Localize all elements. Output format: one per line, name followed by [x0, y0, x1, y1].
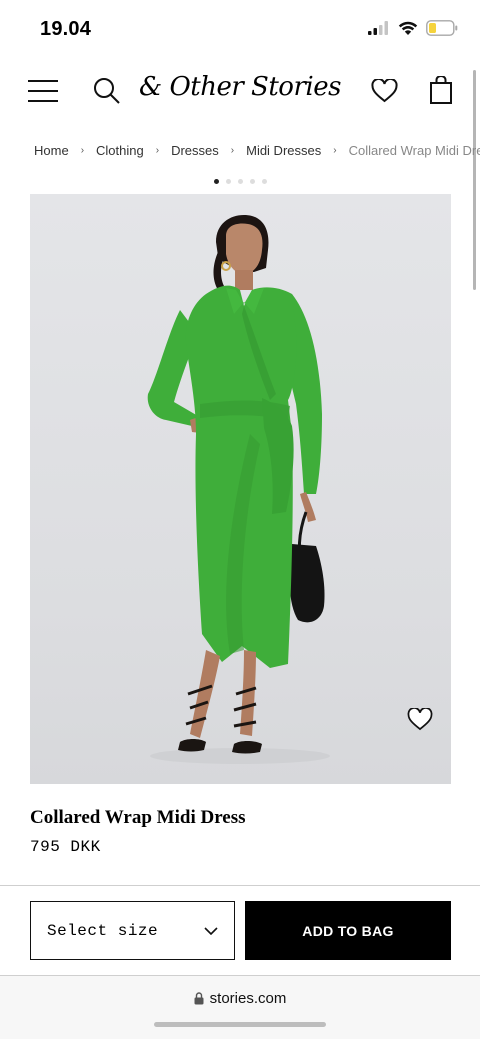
chevron-right-icon: › [230, 145, 235, 156]
site-header: & Other Stories [0, 58, 480, 124]
battery-icon [426, 20, 458, 36]
add-to-bag-button[interactable]: ADD TO BAG [245, 901, 451, 960]
breadcrumb-home[interactable]: Home [34, 143, 69, 158]
breadcrumb-clothing[interactable]: Clothing [96, 143, 144, 158]
status-time: 19.04 [40, 18, 92, 40]
wifi-icon [398, 21, 418, 35]
size-select-label: Select size [47, 921, 159, 940]
breadcrumb-dresses[interactable]: Dresses [171, 143, 219, 158]
divider [0, 885, 480, 886]
heart-icon [407, 707, 433, 731]
url-display[interactable]: stories.com [0, 990, 480, 1007]
wishlist-button[interactable] [369, 76, 399, 106]
gallery-pagination [0, 179, 480, 184]
shopping-bag-icon [430, 76, 452, 104]
browser-address-bar[interactable]: stories.com [0, 976, 480, 1039]
brand-logo[interactable]: & Other Stories [0, 72, 480, 102]
product-price: 795 DKK [30, 838, 101, 856]
gallery-dot-1[interactable] [213, 179, 219, 184]
gallery-dot-2[interactable] [225, 179, 231, 184]
cellular-signal-icon [368, 21, 388, 35]
product-name: Collared Wrap Midi Dress [30, 807, 246, 828]
gallery-dot-3[interactable] [237, 179, 243, 184]
url-text: stories.com [209, 990, 287, 1007]
model-illustration [147, 215, 330, 764]
breadcrumb: Home › Clothing › Dresses › Midi Dresses… [34, 143, 480, 158]
status-icons [368, 20, 458, 36]
product-wishlist-button[interactable] [407, 707, 433, 736]
product-image[interactable] [30, 194, 451, 784]
chevron-down-icon [204, 926, 218, 935]
gallery-dot-5[interactable] [261, 179, 267, 184]
lock-icon [194, 992, 204, 1005]
chevron-right-icon: › [80, 145, 85, 156]
breadcrumb-current: Collared Wrap Midi Dress [348, 143, 480, 158]
status-bar: 19.04 [0, 0, 480, 58]
home-indicator[interactable] [154, 1022, 326, 1027]
breadcrumb-midi-dresses[interactable]: Midi Dresses [246, 143, 321, 158]
chevron-right-icon: › [333, 145, 337, 156]
heart-icon [370, 79, 398, 103]
gallery-dot-4[interactable] [249, 179, 255, 184]
shopping-bag-button[interactable] [428, 74, 454, 106]
size-select[interactable]: Select size [30, 901, 235, 960]
chevron-right-icon: › [155, 145, 160, 156]
